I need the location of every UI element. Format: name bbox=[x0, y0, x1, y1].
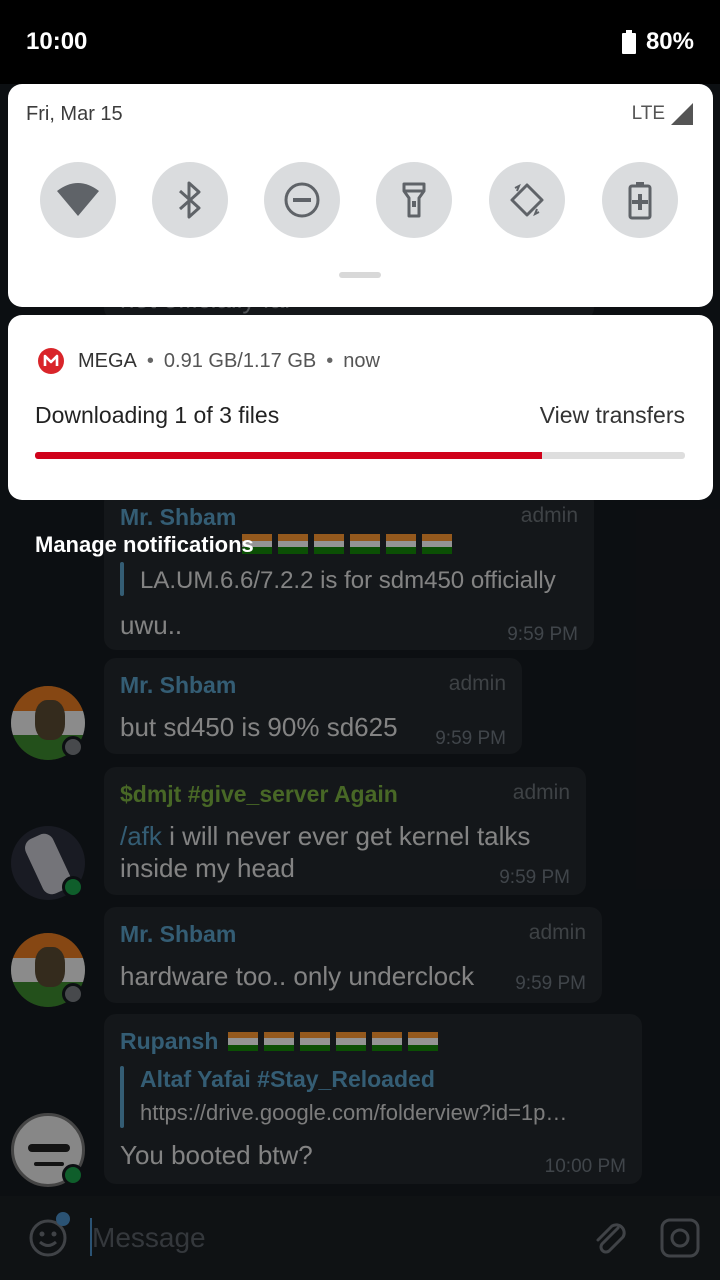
notification-time: now bbox=[343, 349, 380, 372]
battery-icon bbox=[621, 30, 636, 54]
mega-logo-icon bbox=[43, 354, 59, 366]
battery-percent: 80% bbox=[645, 28, 694, 55]
separator-dot: • bbox=[146, 349, 154, 372]
wifi-tile[interactable] bbox=[40, 162, 116, 238]
battery-saver-icon bbox=[628, 182, 652, 220]
bluetooth-tile[interactable] bbox=[152, 162, 228, 238]
notification-app-name: MEGA bbox=[78, 349, 137, 372]
notification-subtext: 0.91 GB/1.17 GB bbox=[163, 349, 317, 372]
battery-saver-tile[interactable] bbox=[602, 162, 678, 238]
separator-dot: • bbox=[326, 349, 334, 372]
network-type: LTE bbox=[631, 103, 665, 124]
quick-settings-panel: Fri, Mar 15 LTE bbox=[8, 84, 713, 307]
mega-app-icon bbox=[38, 348, 64, 374]
do-not-disturb-icon bbox=[284, 182, 320, 218]
flashlight-icon bbox=[402, 182, 426, 218]
notification-header: MEGA • 0.91 GB/1.17 GB • now bbox=[38, 348, 380, 374]
notification-title: Downloading 1 of 3 files bbox=[35, 402, 280, 428]
status-time: 10:00 bbox=[26, 28, 88, 55]
network-indicator: LTE bbox=[632, 103, 693, 125]
view-transfers-button[interactable]: View transfers bbox=[540, 402, 685, 429]
auto-rotate-icon bbox=[510, 183, 544, 217]
download-progress-bar bbox=[35, 452, 685, 459]
qs-date[interactable]: Fri, Mar 15 bbox=[26, 103, 123, 126]
download-progress-fill bbox=[35, 452, 542, 459]
flashlight-tile[interactable] bbox=[376, 162, 452, 238]
signal-icon bbox=[671, 103, 693, 125]
dnd-tile[interactable] bbox=[264, 162, 340, 238]
drag-handle[interactable] bbox=[339, 272, 381, 278]
wifi-icon bbox=[57, 183, 99, 216]
screen: not officially fal Mr. Shbam admin LA.UM… bbox=[0, 0, 720, 1280]
bluetooth-icon bbox=[178, 181, 201, 219]
auto-rotate-tile[interactable] bbox=[489, 162, 565, 238]
mega-notification[interactable]: MEGA • 0.91 GB/1.17 GB • now Downloading… bbox=[8, 315, 713, 500]
manage-notifications-button[interactable]: Manage notifications bbox=[35, 532, 254, 558]
quick-tiles bbox=[40, 162, 680, 238]
status-right: 80% bbox=[621, 28, 694, 56]
status-bar: 10:00 80% bbox=[0, 0, 720, 84]
